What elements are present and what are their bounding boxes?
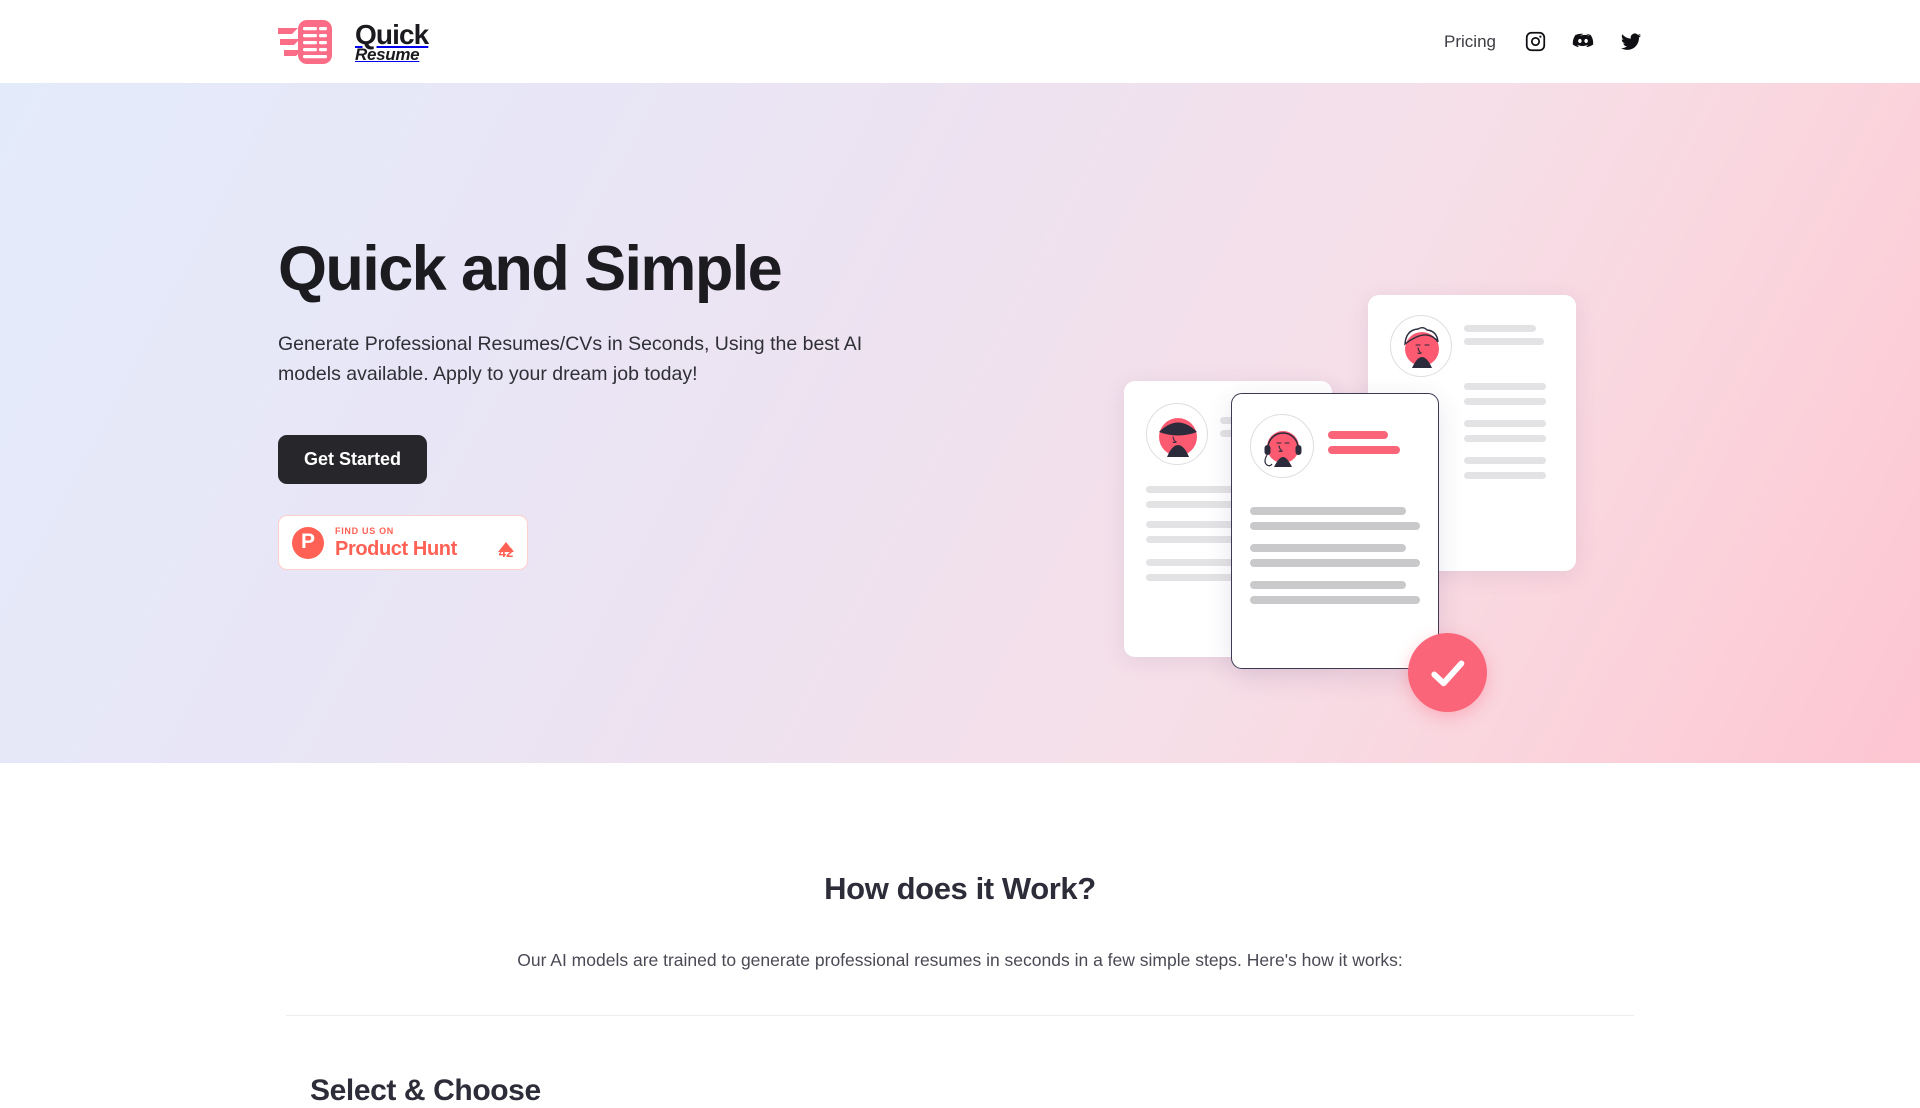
avatar-curly <box>1390 315 1452 377</box>
nav-link-pricing[interactable]: Pricing <box>1442 28 1498 56</box>
hero-title: Quick and Simple <box>278 233 783 304</box>
brand-line-2: Resume <box>355 44 420 64</box>
step-title-select-choose: Select & Choose <box>310 1074 541 1107</box>
quick-resume-logo-icon <box>278 17 344 67</box>
instagram-icon[interactable] <box>1524 31 1546 53</box>
product-hunt-text: FIND US ON Product Hunt <box>335 525 487 560</box>
hero-illustration <box>1100 295 1580 725</box>
get-started-button[interactable]: Get Started <box>278 435 428 485</box>
section-divider <box>286 1015 1634 1016</box>
avatar-headphones <box>1250 414 1314 478</box>
hero-copy: Quick and Simple Generate Professional R… <box>278 233 958 571</box>
product-hunt-votes: 42 <box>498 525 514 561</box>
how-it-works-section: How does it Work? Our AI models are trai… <box>0 763 1920 1108</box>
brand-logo[interactable]: Quick Resume <box>278 17 429 67</box>
avatar-beret <box>1146 403 1208 465</box>
hero-subtitle: Generate Professional Resumes/CVs in Sec… <box>278 332 863 385</box>
site-header: Quick Resume Pricing <box>0 0 1920 83</box>
hero-section: Quick and Simple Generate Professional R… <box>0 83 1920 763</box>
brand-wordmark: Quick Resume <box>355 20 429 64</box>
check-badge-icon <box>1408 633 1487 712</box>
primary-nav: Pricing <box>1442 28 1642 56</box>
product-hunt-eyebrow: FIND US ON <box>335 525 395 536</box>
discord-icon[interactable] <box>1572 31 1594 53</box>
product-hunt-badge[interactable]: P FIND US ON Product Hunt 42 <box>278 515 528 571</box>
resume-card-front <box>1231 393 1439 669</box>
product-hunt-vote-count: 42 <box>498 545 514 561</box>
how-it-works-title: How does it Work? <box>824 871 1096 906</box>
how-it-works-subtitle: Our AI models are trained to generate pr… <box>517 950 1403 970</box>
product-hunt-icon: P <box>292 526 324 559</box>
product-hunt-name: Product Hunt <box>335 537 457 560</box>
twitter-icon[interactable] <box>1620 31 1642 53</box>
